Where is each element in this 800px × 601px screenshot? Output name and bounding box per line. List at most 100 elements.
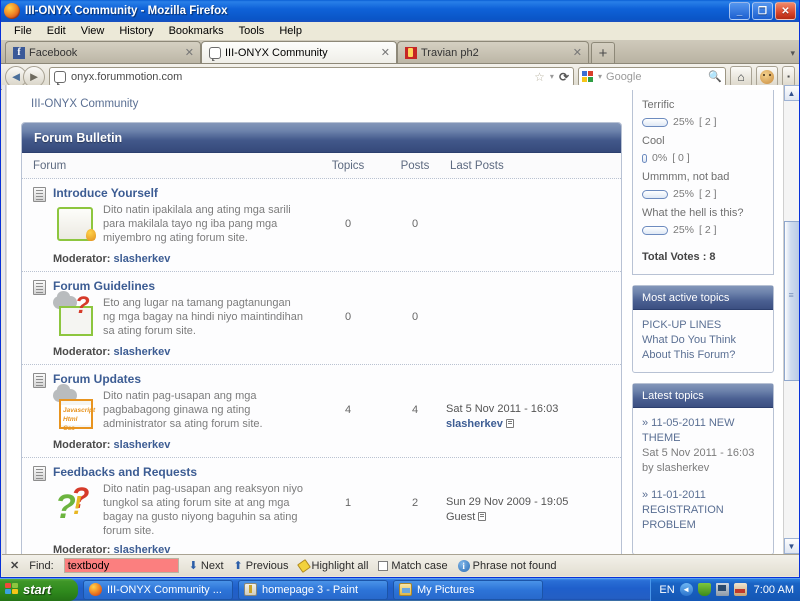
goto-last-post-icon[interactable]	[506, 419, 514, 428]
tab-close-icon[interactable]: ✕	[181, 46, 194, 59]
latest-topic-link[interactable]: » 11-05-2011 NEW THEME	[642, 416, 764, 446]
scrollbar-track[interactable]	[784, 101, 800, 538]
taskbar-item-label: III-ONYX Community ...	[107, 584, 222, 596]
updates-icon[interactable]	[734, 583, 747, 596]
goto-last-post-icon[interactable]	[478, 512, 486, 521]
poll-votes: [ 0 ]	[672, 151, 690, 166]
addon-button[interactable]	[756, 66, 778, 87]
find-input[interactable]: textbody	[64, 558, 179, 573]
scrollbar-thumb[interactable]	[784, 221, 800, 381]
last-post-author-link[interactable]: slasherkev	[446, 418, 503, 430]
poll-percent: 25%	[673, 187, 694, 202]
highlighter-icon	[297, 559, 311, 573]
url-text: onyx.forummotion.com	[71, 71, 529, 83]
taskbar-item-paint[interactable]: homepage 3 - Paint	[238, 580, 388, 600]
moderator-name-link[interactable]: slasherkev	[114, 253, 171, 265]
language-indicator[interactable]: EN	[659, 584, 674, 596]
start-button[interactable]: start	[0, 579, 78, 601]
latest-topics-list: » 11-05-2011 NEW THEME Sat 5 Nov 2011 - …	[633, 408, 773, 554]
table-row: Forum Updates Javascript Html Css Dito n…	[22, 365, 621, 458]
poll-bar	[642, 190, 668, 199]
arrow-up-icon: ⬆	[234, 559, 243, 572]
home-button[interactable]: ⌂	[730, 66, 752, 87]
close-button[interactable]: ✕	[775, 2, 796, 20]
show-hidden-icons-icon[interactable]: ◄	[680, 583, 693, 596]
menu-bar: File Edit View History Bookmarks Tools H…	[1, 22, 799, 40]
antivirus-shield-icon[interactable]	[698, 583, 711, 596]
minimize-button[interactable]: _	[729, 2, 750, 20]
highlight-all-button[interactable]: Highlight all	[299, 560, 369, 572]
search-input[interactable]: Google	[606, 71, 704, 83]
scroll-down-icon[interactable]: ▼	[784, 538, 800, 554]
column-header-topics: Topics	[312, 160, 384, 172]
find-label: Find:	[29, 560, 53, 572]
new-tab-button[interactable]: +	[591, 42, 615, 63]
posts-count: 2	[384, 465, 446, 554]
tab-travian-ph2[interactable]: Travian ph2 ✕	[397, 41, 589, 63]
firefox-window: III-ONYX Community - Mozilla Firefox _ ❐…	[0, 0, 800, 578]
menu-history[interactable]: History	[112, 24, 160, 38]
menu-edit[interactable]: Edit	[40, 24, 73, 38]
find-previous-button[interactable]: ⬆ Previous	[234, 559, 289, 572]
taskbar-item-my-pictures[interactable]: My Pictures	[393, 580, 543, 600]
search-bar[interactable]: ▾ Google 🔍	[578, 67, 726, 87]
match-case-checkbox[interactable]: Match case	[378, 560, 447, 572]
menu-view[interactable]: View	[74, 24, 112, 38]
table-row: Forum Guidelines ? Eto ang lugar na tama…	[22, 272, 621, 365]
menu-file[interactable]: File	[7, 24, 39, 38]
bookmark-star-icon[interactable]: ☆	[534, 70, 545, 84]
moderator-line: Moderator: slasherkev	[33, 253, 306, 265]
breadcrumb[interactable]: III-ONYX Community	[21, 85, 622, 122]
title-bar: III-ONYX Community - Mozilla Firefox _ ❐…	[1, 0, 799, 22]
chevron-down-icon[interactable]: ▾	[598, 72, 602, 81]
moderator-line: Moderator: slasherkev	[33, 346, 306, 358]
poll-percent: 25%	[673, 223, 694, 238]
tab-label: Facebook	[29, 47, 177, 59]
poll-bar	[642, 226, 668, 235]
restore-button[interactable]: ❐	[752, 2, 773, 20]
toolbar-overflow-button[interactable]: ▪	[782, 66, 795, 87]
list-item[interactable]: PICK-UP LINES	[642, 318, 764, 333]
column-header-last-posts: Last Posts	[446, 160, 621, 172]
last-post-cell	[446, 186, 621, 265]
list-all-tabs-icon[interactable]: ▾	[790, 48, 795, 59]
posts-count: 4	[384, 372, 446, 451]
forum-title-link[interactable]: Forum Guidelines	[53, 279, 155, 293]
search-go-icon[interactable]: 🔍	[708, 70, 722, 83]
last-post-date: Sat 5 Nov 2011 - 16:03	[446, 402, 621, 417]
menu-help[interactable]: Help	[272, 24, 309, 38]
last-post-cell: Sun 29 Nov 2009 - 19:05 Guest	[446, 465, 621, 554]
page-viewport: III-ONYX Community Forum Bulletin Forum …	[2, 85, 799, 554]
moderator-name-link[interactable]: slasherkev	[114, 346, 171, 358]
forum-description: Dito natin ipakilala ang ating mga saril…	[103, 203, 306, 247]
find-next-button[interactable]: ⬇ Next	[189, 559, 224, 572]
window-title: III-ONYX Community - Mozilla Firefox	[25, 5, 228, 17]
forum-cell: Forum Updates Javascript Html Css Dito n…	[22, 372, 312, 451]
scroll-up-icon[interactable]: ▲	[784, 85, 800, 101]
arrow-down-icon: ⬇	[189, 559, 198, 572]
reload-icon[interactable]: ⟳	[559, 70, 569, 84]
facebook-icon: f	[13, 47, 25, 59]
forum-title-link[interactable]: Introduce Yourself	[53, 186, 158, 200]
url-bar[interactable]: onyx.forummotion.com ☆ ▾ ⟳	[49, 67, 574, 87]
tab-close-icon[interactable]: ✕	[377, 46, 390, 59]
info-icon: i	[458, 560, 470, 572]
menu-tools[interactable]: Tools	[232, 24, 272, 38]
tab-facebook[interactable]: f Facebook ✕	[5, 41, 201, 63]
menu-bookmarks[interactable]: Bookmarks	[162, 24, 231, 38]
tab-close-icon[interactable]: ✕	[569, 46, 582, 59]
clock[interactable]: 7:00 AM	[754, 584, 794, 596]
taskbar-item-firefox[interactable]: III-ONYX Community ...	[83, 580, 233, 600]
close-findbar-icon[interactable]: ✕	[10, 559, 19, 572]
table-row: Feedbacks and Requests ? ? ! Dito natin …	[22, 458, 621, 554]
moderator-name-link[interactable]: slasherkev	[114, 544, 171, 554]
latest-topic-link[interactable]: » 11-01-2011 REGISTRATION PROBLEM	[642, 488, 764, 533]
chevron-down-icon[interactable]: ▾	[550, 72, 554, 81]
page-scrollbar[interactable]: ▲ ▼	[783, 85, 799, 554]
list-item[interactable]: What Do You Think About This Forum?	[642, 333, 764, 363]
tab-iii-onyx-community[interactable]: III-ONYX Community ✕	[201, 41, 397, 63]
moderator-name-link[interactable]: slasherkev	[114, 439, 171, 451]
network-icon[interactable]	[716, 583, 729, 596]
folder-icon	[33, 466, 46, 481]
forum-title-link[interactable]: Feedbacks and Requests	[53, 465, 197, 479]
